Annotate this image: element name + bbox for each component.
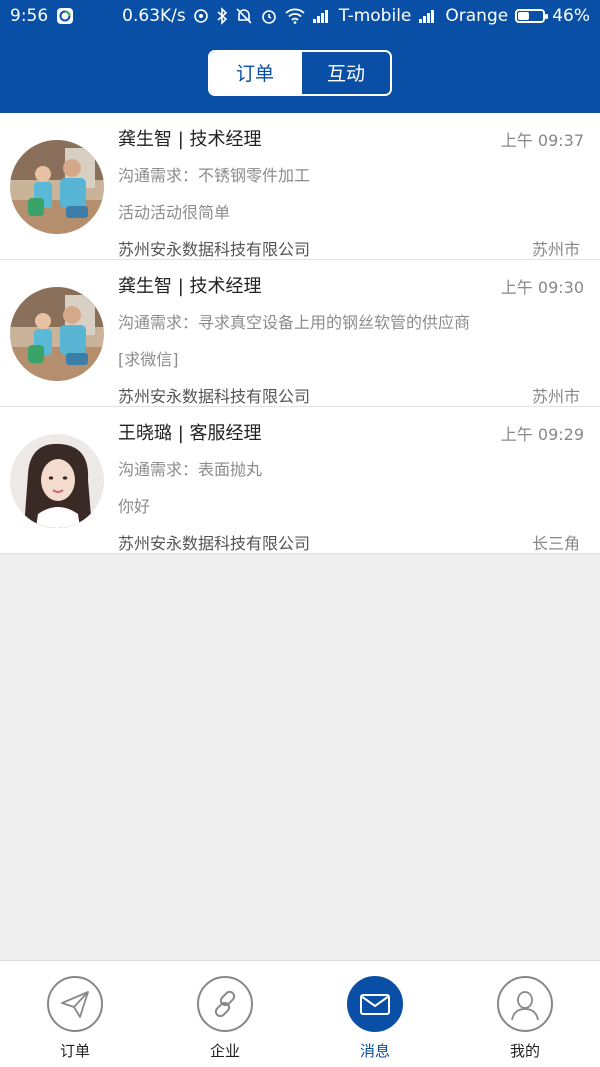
- company-name: 苏州安永数据科技有限公司: [118, 534, 311, 553]
- avatar[interactable]: [10, 140, 104, 234]
- city-label: 苏州市: [531, 387, 580, 406]
- contact-name: 王晓璐 | 客服经理: [118, 423, 262, 444]
- alarm-icon: [260, 7, 278, 25]
- nav-enterprise[interactable]: 企业: [150, 961, 300, 1067]
- contact-name: 龚生智 | 技术经理: [118, 129, 262, 150]
- list-item[interactable]: 王晓璐 | 客服经理 上午 09:29 沟通需求：表面抛丸 你好 苏州安永数据科…: [0, 407, 600, 554]
- bluetooth-icon: [216, 7, 228, 25]
- message-text: 活动活动很简单: [118, 203, 231, 222]
- nav-mine-label: 我的: [509, 1042, 540, 1060]
- envelope-icon: [347, 976, 403, 1032]
- contact-name: 龚生智 | 技术经理: [118, 276, 262, 297]
- message-text: 你好: [118, 497, 151, 516]
- battery-percent: 46%: [552, 6, 590, 26]
- city-label: 苏州市: [531, 240, 580, 259]
- avatar[interactable]: [10, 287, 104, 381]
- wifi-icon: [285, 8, 305, 24]
- list-item[interactable]: 龚生智 | 技术经理 上午 09:37 沟通需求：不锈钢零件加工 活动活动很简单…: [0, 113, 600, 260]
- link-icon: [197, 976, 253, 1032]
- mute-bell-icon: [235, 7, 253, 25]
- nav-messages-label: 消息: [359, 1042, 390, 1060]
- signal-icon: [418, 9, 438, 23]
- avatar[interactable]: [10, 434, 104, 528]
- battery-icon: [515, 9, 549, 23]
- message-time: 上午 09:30: [500, 278, 584, 297]
- carrier-1: T-mobile: [338, 6, 412, 26]
- status-bar: 9:56 0.63K/s T-mobile Orange 46%: [0, 0, 600, 32]
- nav-enterprise-label: 企业: [209, 1042, 240, 1060]
- bottom-nav: 订单 企业 消息 我的: [0, 960, 600, 1067]
- list-item[interactable]: 龚生智 | 技术经理 上午 09:30 沟通需求：寻求真空设备上用的钢丝软管的供…: [0, 260, 600, 407]
- message-demand: 沟通需求：寻求真空设备上用的钢丝软管的供应商: [118, 313, 471, 332]
- message-list: 龚生智 | 技术经理 上午 09:37 沟通需求：不锈钢零件加工 活动活动很简单…: [0, 113, 600, 554]
- user-icon: [497, 976, 553, 1032]
- paper-plane-icon: [47, 976, 103, 1032]
- city-label: 长三角: [531, 534, 580, 553]
- app-screen: 9:56 0.63K/s T-mobile Orange 46% 订单 互动 龚…: [0, 0, 600, 1067]
- tab-interaction[interactable]: 互动: [300, 51, 390, 94]
- segmented-control: 订单 互动: [208, 49, 392, 96]
- nav-orders[interactable]: 订单: [0, 961, 150, 1067]
- network-speed: 0.63K/s: [122, 6, 186, 26]
- tab-orders[interactable]: 订单: [210, 51, 300, 94]
- nav-messages[interactable]: 消息: [300, 961, 450, 1067]
- nav-mine[interactable]: 我的: [450, 961, 600, 1067]
- message-time: 上午 09:29: [500, 425, 584, 444]
- header: 订单 互动: [0, 32, 600, 113]
- message-demand: 沟通需求：不锈钢零件加工: [118, 166, 311, 185]
- signal-icon: [312, 9, 332, 23]
- status-time: 9:56: [10, 6, 49, 26]
- company-name: 苏州安永数据科技有限公司: [118, 387, 311, 406]
- app-icon: [56, 7, 74, 25]
- message-time: 上午 09:37: [500, 131, 584, 150]
- message-text: [求微信]: [118, 350, 179, 369]
- carrier-2: Orange: [445, 6, 509, 26]
- company-name: 苏州安永数据科技有限公司: [118, 240, 311, 259]
- eye-icon: [193, 8, 209, 24]
- nav-orders-label: 订单: [59, 1042, 90, 1060]
- message-demand: 沟通需求：表面抛丸: [118, 460, 263, 479]
